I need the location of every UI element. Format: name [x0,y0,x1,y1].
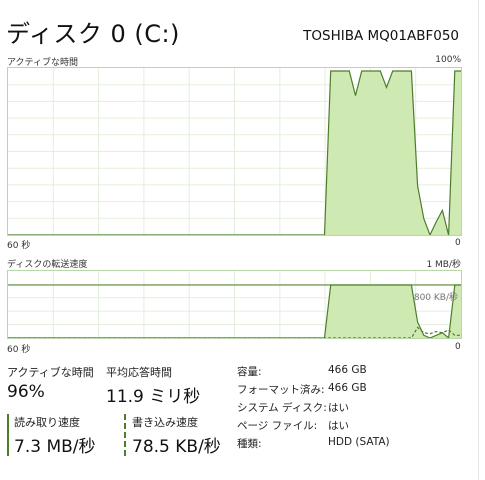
window-edge [478,0,479,480]
active-time-chart [8,68,461,235]
info-key: 種類: [237,438,262,450]
info-value: 466 GB [328,364,367,376]
disk-model: TOSHIBA MQ01ABF050 [303,28,459,44]
active-time-graph-max: 100% [435,55,461,65]
transfer-graph-min: 0 [455,342,461,352]
transfer-graph-max: 1 MB/秒 [426,260,461,270]
info-key: 容量: [237,366,262,378]
read-speed-indicator [7,414,9,456]
info-key: フォーマット済み: [237,384,325,396]
active-time-graph-time-span: 60 秒 [7,241,31,251]
transfer-graph-label: ディスクの転送速度 [7,260,88,270]
info-value: HDD (SATA) [328,436,390,448]
info-key: システム ディスク: [237,402,327,414]
info-row-system-disk: システム ディスク: はい [237,400,437,418]
avg-response-label: 平均応答時間 [106,366,172,379]
info-row-capacity: 容量: 466 GB [237,364,437,382]
info-value: はい [328,420,349,432]
transfer-graph: 800 KB/秒 [7,270,462,339]
active-time-graph [7,67,462,236]
transfer-graph-time-span: 60 秒 [7,345,31,355]
read-speed-value: 7.3 MB/秒 [14,437,96,457]
disk-title: ディスク 0 (C:) [6,20,180,48]
info-value: はい [328,402,349,414]
write-speed-indicator [124,414,126,456]
active-time-value: 96% [7,382,45,402]
disk-info-table: 容量: 466 GB フォーマット済み: 466 GB システム ディスク: は… [237,364,437,454]
info-key: ページ ファイル: [237,420,318,432]
info-row-formatted: フォーマット済み: 466 GB [237,382,437,400]
active-time-label: アクティブな時間 [7,366,94,379]
transfer-graph-mid-label: 800 KB/秒 [413,293,458,303]
info-value: 466 GB [328,382,367,394]
write-speed-value: 78.5 KB/秒 [132,437,221,457]
transfer-chart [8,271,461,338]
info-row-page-file: ページ ファイル: はい [237,418,437,436]
read-speed-label: 読み取り速度 [14,416,80,429]
write-speed-label: 書き込み速度 [132,416,198,429]
avg-response-value: 11.9 ミリ秒 [106,387,201,407]
info-row-type: 種類: HDD (SATA) [237,436,437,454]
active-time-graph-min: 0 [455,238,461,248]
